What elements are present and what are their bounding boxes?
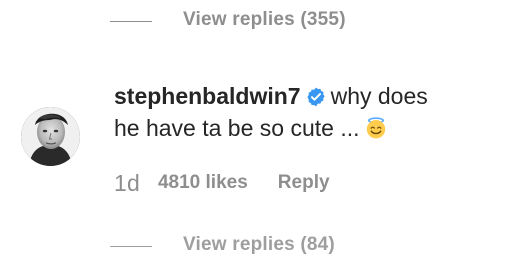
view-replies-label[interactable]: View replies (84)	[183, 234, 335, 256]
replies-divider-line	[110, 245, 152, 247]
smiling-face-with-halo-icon	[366, 117, 385, 139]
view-replies-label[interactable]: View replies (355)	[183, 9, 346, 31]
avatar[interactable]	[21, 107, 80, 166]
comment-text-line-1: why does	[330, 83, 428, 109]
comment-text: stephenbaldwin7 why does he have ta be s…	[114, 80, 494, 144]
view-replies-top[interactable]: View replies (355)	[110, 8, 346, 32]
view-replies-bottom[interactable]: View replies (84)	[110, 233, 335, 257]
verified-badge-icon	[306, 87, 325, 107]
reply-button[interactable]: Reply	[278, 172, 330, 194]
comment-meta-row: 1d 4810 likes Reply	[114, 169, 330, 197]
comment-body: stephenbaldwin7 why does he have ta be s…	[114, 80, 494, 144]
comment-text-line-2: he have ta be so cute ...	[114, 115, 360, 141]
replies-divider-line	[110, 20, 152, 22]
username-link[interactable]: stephenbaldwin7	[114, 83, 301, 109]
comment-like-count[interactable]: 4810 likes	[158, 172, 248, 194]
comment-timestamp[interactable]: 1d	[114, 169, 140, 197]
comment-item: stephenbaldwin7 why does he have ta be s…	[21, 80, 491, 200]
